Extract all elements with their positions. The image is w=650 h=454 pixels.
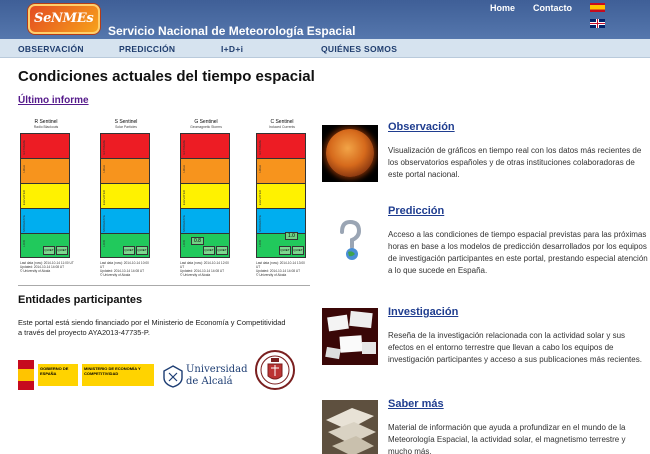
sentinel-footnote: Last data (now): 2014-10-14 10:00 UT Upd… (100, 261, 149, 277)
gobierno-label: GOBIERNO DE ESPAÑA (38, 364, 78, 386)
sentinel-g: G Sentinel Geomagnetic Storms EXTREME HI… (178, 114, 234, 280)
observacion-text: Visualización de gráficos en tiempo real… (388, 146, 642, 179)
quiet-indicator: QUIET (279, 246, 291, 255)
menu-item-observacion[interactable]: OBSERVACIÓN (18, 44, 84, 54)
spain-flag-icon[interactable] (590, 3, 605, 12)
band-elevated: ELEVATED (21, 184, 69, 209)
saber-mas-link[interactable]: Saber más (388, 398, 444, 410)
sentinel-subtitle: Induced Currents (268, 125, 295, 129)
nav-home-link[interactable]: Home (490, 3, 515, 13)
ucm-emblem-icon[interactable] (254, 346, 296, 394)
observacion-image[interactable] (322, 125, 378, 182)
sentinel-r: R Sentinel Radio Blackouts EXTREME HIGH … (18, 114, 74, 280)
sentinel-s: S Sentinel Solar Particles EXTREME HIGH … (98, 114, 154, 280)
investigacion-text: Reseña de la investigación relacionada c… (388, 331, 642, 364)
sentinel-subtitle: Geomagnetic Storms (190, 125, 222, 129)
universidad-alcala-logo[interactable]: Universidad de Alcalá (162, 362, 248, 390)
quiet-indicator: QUIET (43, 246, 55, 255)
sentinel-gauge: EXTREME HIGH ELEVATED MODERATE LOW QUIET… (100, 133, 150, 258)
band-moderate: MODERATE (257, 209, 305, 234)
investigacion-image[interactable] (322, 308, 378, 365)
saber-mas-image[interactable] (322, 400, 378, 454)
band-elevated: ELEVATED (257, 184, 305, 209)
sentinel-gauge: EXTREME HIGH ELEVATED MODERATE LOW QUIET… (20, 133, 70, 258)
band-high: HIGH (101, 159, 149, 184)
quiet-indicator: QUIET (123, 246, 135, 255)
divider (18, 285, 310, 286)
band-extreme: EXTREME (181, 134, 229, 159)
saber-mas-text: Material de información que ayuda a prof… (388, 423, 626, 454)
band-extreme: EXTREME (101, 134, 149, 159)
prediccion-text: Acceso a las condiciones de tiempo espac… (388, 230, 648, 275)
sentinel-footnote: Last data (now): 2014-10-14 11:00 UT Upd… (20, 261, 74, 273)
sentinel-gauge: EXTREME HIGH ELEVATED MODERATE LOW 1.0 Q… (256, 133, 306, 258)
uk-flag-icon[interactable] (590, 19, 605, 28)
sentinel-value: 0.8 (191, 237, 204, 245)
band-elevated: ELEVATED (101, 184, 149, 209)
band-moderate: MODERATE (21, 209, 69, 234)
sentinel-subtitle: Radio Blackouts (33, 125, 59, 129)
logo-text: SeNMEs (34, 11, 94, 26)
sentinel-c: C Sentinel Induced Currents EXTREME HIGH… (254, 114, 310, 280)
band-moderate: MODERATE (181, 209, 229, 234)
ministerio-label: MINISTERIO DE ECONOMÍA Y COMPETITIVIDAD (82, 364, 154, 386)
observacion-link[interactable]: Observación (388, 121, 455, 133)
quiet-indicator: QUIET (203, 246, 215, 255)
menu-item-quienes-somos[interactable]: QUIÉNES SOMOS (321, 44, 397, 54)
sentinel-footnote: Last data (now): 2014-10-14 12:00 UT Upd… (180, 261, 229, 277)
entities-text: Este portal está siendo financiado por e… (18, 318, 286, 337)
site-title: Servicio Nacional de Meteorología Espaci… (108, 24, 356, 38)
main-menu: OBSERVACIÓN PREDICCIÓN I+D+i QUIÉNES SOM… (0, 39, 650, 58)
question-globe-icon[interactable] (322, 210, 378, 267)
sentinel-footnote: Last data (now): 2014-10-14 13:00 UT Upd… (256, 261, 305, 277)
band-high: HIGH (181, 159, 229, 184)
sentinel-subtitle: Solar Particles (115, 125, 137, 129)
sentinel-panel[interactable]: R Sentinel Radio Blackouts EXTREME HIGH … (18, 114, 310, 286)
band-high: HIGH (257, 159, 305, 184)
band-high: HIGH (21, 159, 69, 184)
band-low: LOW QUIET QUIET (101, 234, 149, 257)
band-extreme: EXTREME (21, 134, 69, 159)
band-elevated: ELEVATED (181, 184, 229, 209)
sentinel-value: 1.0 (285, 232, 298, 240)
header-bar: SeNMEs Servicio Nacional de Meteorología… (0, 0, 650, 39)
band-low: LOW 1.0 QUIET QUIET (257, 232, 305, 257)
quiet-indicator: QUIET (216, 246, 228, 255)
alcala-emblem-icon (163, 365, 183, 388)
menu-item-prediccion[interactable]: PREDICCIÓN (119, 44, 175, 54)
band-extreme: EXTREME (257, 134, 305, 159)
spain-shield-icon (18, 360, 34, 390)
alcala-label-2: de Alcalá (186, 376, 233, 387)
quiet-indicator: QUIET (292, 246, 304, 255)
quiet-indicator: QUIET (56, 246, 68, 255)
last-report-link[interactable]: Último informe (18, 95, 89, 106)
alcala-label-1: Universidad (186, 364, 248, 375)
page-title: Condiciones actuales del tiempo espacial (18, 68, 315, 85)
site-logo[interactable]: SeNMEs (28, 4, 100, 34)
quiet-indicator: QUIET (136, 246, 148, 255)
band-low: LOW 0.8 QUIET QUIET (181, 234, 229, 257)
band-low: LOW QUIET QUIET (21, 234, 69, 257)
menu-item-idi[interactable]: I+D+i (221, 44, 243, 54)
sentinel-gauge: EXTREME HIGH ELEVATED MODERATE LOW 0.8 Q… (180, 133, 230, 258)
gobierno-espana-logo[interactable]: GOBIERNO DE ESPAÑA MINISTERIO DE ECONOMÍ… (18, 360, 154, 390)
investigacion-link[interactable]: Investigación (388, 306, 458, 318)
prediccion-link[interactable]: Predicción (388, 205, 444, 217)
band-moderate: MODERATE (101, 209, 149, 234)
nav-contact-link[interactable]: Contacto (533, 3, 572, 13)
entities-heading: Entidades participantes (18, 294, 143, 306)
